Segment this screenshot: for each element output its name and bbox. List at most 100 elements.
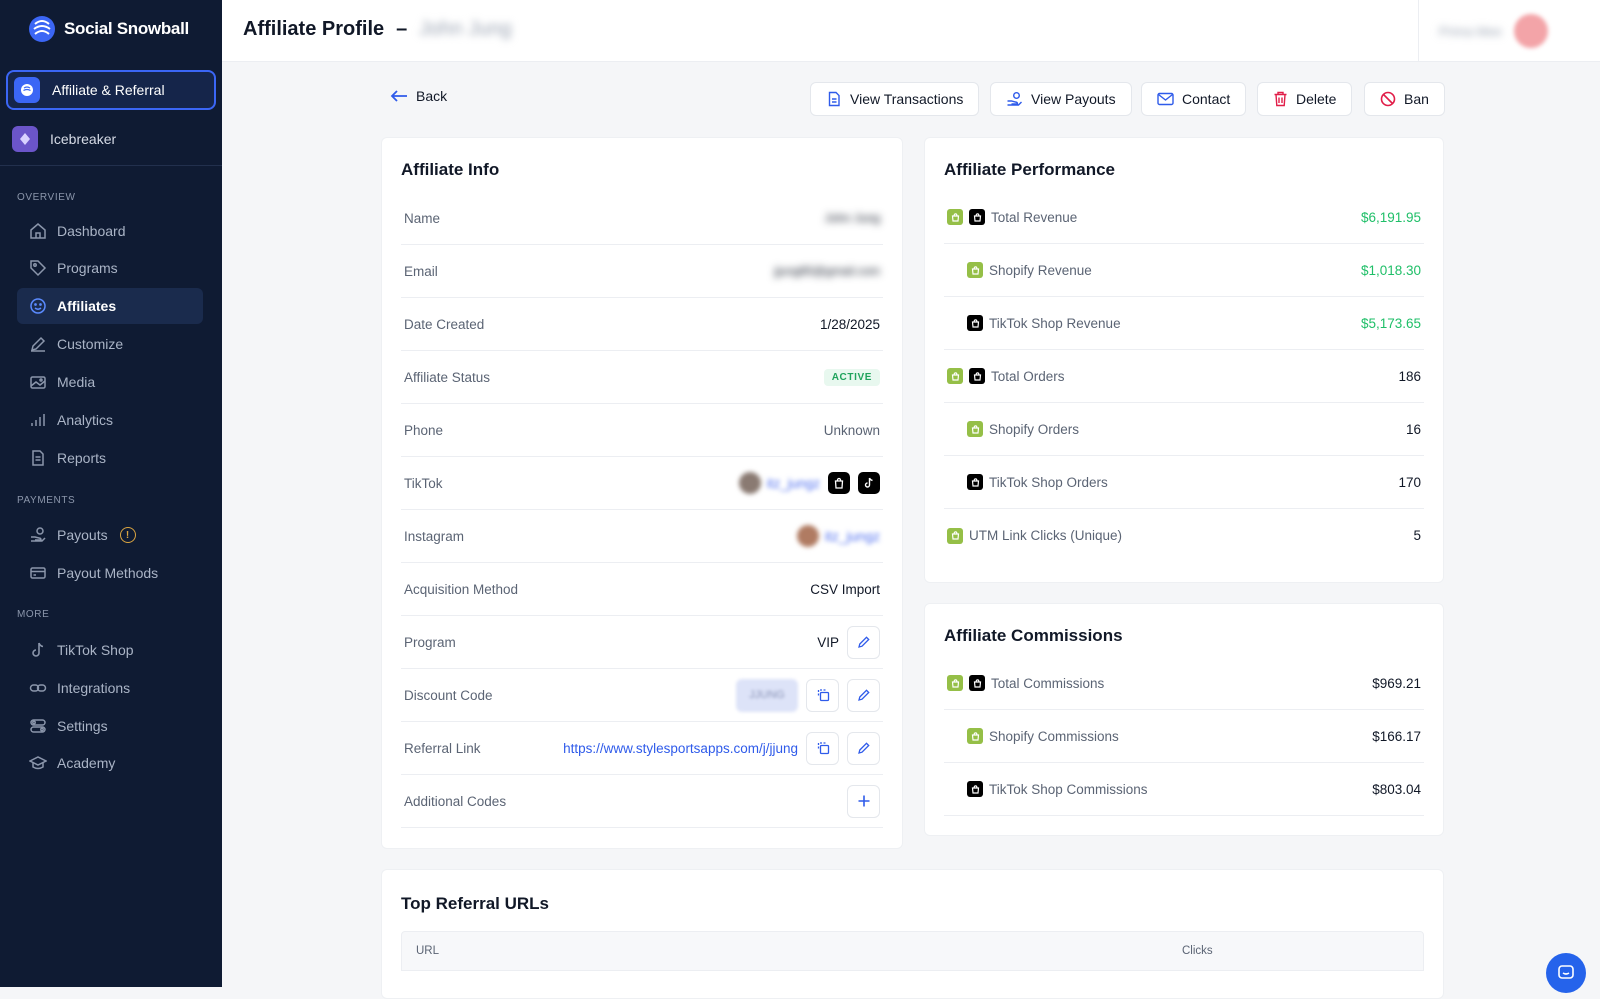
comm-row-total: Total Commissions $969.21 bbox=[944, 657, 1424, 710]
sidebar-item-affiliates[interactable]: Affiliates bbox=[17, 288, 203, 324]
tiktok-profile-link[interactable]: itz_jungz bbox=[738, 472, 820, 494]
referral-urls-table-header: URL Clicks bbox=[401, 931, 1424, 971]
info-row-date-created: Date Created 1/28/2025 bbox=[401, 298, 883, 351]
sidebar-item-label: Settings bbox=[57, 718, 108, 734]
copy-referral-button[interactable] bbox=[806, 731, 839, 765]
sidebar-item-programs[interactable]: Programs bbox=[17, 250, 203, 286]
affiliate-commissions-card: Affiliate Commissions Total Commissions … bbox=[924, 603, 1444, 836]
edit-referral-button[interactable] bbox=[847, 731, 880, 765]
sidebar-item-payout-methods[interactable]: Payout Methods bbox=[17, 555, 203, 591]
workspace-affiliate-referral[interactable]: Affiliate & Referral bbox=[6, 70, 216, 110]
status-badge: ACTIVE bbox=[823, 368, 880, 386]
tiktok-icon bbox=[32, 642, 44, 657]
comm-row-shopify: Shopify Commissions $166.17 bbox=[944, 710, 1424, 763]
sidebar-item-settings[interactable]: Settings bbox=[17, 708, 203, 744]
user-menu[interactable]: Prima Mee bbox=[1418, 0, 1600, 62]
perf-label-text: Shopify Orders bbox=[989, 421, 1080, 437]
sidebar-item-label: Affiliates bbox=[57, 298, 117, 314]
pencil-icon bbox=[857, 742, 870, 754]
sidebar-item-reports[interactable]: Reports bbox=[17, 440, 203, 476]
perf-label: TikTok Shop Revenue bbox=[947, 315, 1121, 331]
info-row-program: Program VIP bbox=[401, 616, 883, 669]
section-overview: OVERVIEW bbox=[17, 192, 76, 203]
delete-button[interactable]: Delete bbox=[1257, 82, 1353, 116]
smile-icon bbox=[30, 298, 46, 314]
view-transactions-button[interactable]: View Transactions bbox=[810, 82, 980, 116]
column-header-clicks[interactable]: Clicks bbox=[1182, 945, 1213, 957]
edit-program-button[interactable] bbox=[847, 625, 880, 659]
tiktok-commissions-value: $803.04 bbox=[1372, 781, 1421, 797]
row-label: Instagram bbox=[404, 528, 465, 544]
page-title: Affiliate Profile – John Jung bbox=[243, 18, 512, 41]
sidebar-item-media[interactable]: Media bbox=[17, 364, 203, 400]
contact-label: Contact bbox=[1182, 91, 1231, 107]
ban-label: Ban bbox=[1404, 91, 1429, 107]
perf-label: TikTok Shop Orders bbox=[947, 474, 1108, 490]
comm-row-tiktok: TikTok Shop Commissions $803.04 bbox=[944, 763, 1424, 816]
perf-label-text: Total Revenue bbox=[991, 209, 1078, 225]
sidebar-item-label: Programs bbox=[57, 260, 118, 276]
perf-row-tiktok-revenue: TikTok Shop Revenue $5,173.65 bbox=[944, 297, 1424, 350]
referral-link[interactable]: https://www.stylesportsapps.com/j/jjung bbox=[563, 741, 798, 756]
brand-logo[interactable]: Social Snowball bbox=[28, 14, 189, 44]
perf-row-shopify-orders: Shopify Orders 16 bbox=[944, 403, 1424, 456]
perf-row-tiktok-orders: TikTok Shop Orders 170 bbox=[944, 456, 1424, 509]
view-payouts-button[interactable]: View Payouts bbox=[990, 82, 1132, 116]
view-payouts-label: View Payouts bbox=[1031, 91, 1116, 107]
perf-label-text: Shopify Commissions bbox=[989, 728, 1119, 744]
graduation-cap-icon bbox=[29, 756, 47, 770]
row-label: Affiliate Status bbox=[404, 369, 491, 385]
sidebar-item-integrations[interactable]: Integrations bbox=[17, 670, 203, 706]
document-icon bbox=[32, 450, 44, 466]
sidebar-item-label: Integrations bbox=[57, 680, 131, 696]
ban-button[interactable]: Ban bbox=[1364, 82, 1445, 116]
shopify-icon bbox=[947, 209, 963, 225]
name-value: John Jung bbox=[824, 211, 880, 225]
total-commissions-value: $969.21 bbox=[1372, 675, 1421, 691]
page-title-text: Affiliate Profile bbox=[243, 18, 385, 40]
workspace-icebreaker[interactable]: Icebreaker bbox=[6, 119, 216, 159]
tiktok-shop-icon bbox=[969, 209, 985, 225]
instagram-profile-link[interactable]: itz_jungz bbox=[796, 525, 880, 547]
perf-label-text: UTM Link Clicks (Unique) bbox=[969, 528, 1123, 543]
document-icon bbox=[828, 91, 840, 107]
info-row-email: Email jjung85@gmail.com bbox=[401, 245, 883, 298]
back-label: Back bbox=[416, 88, 448, 104]
edit-discount-button[interactable] bbox=[847, 678, 880, 712]
affiliate-performance-card: Affiliate Performance Total Revenue $6,1… bbox=[924, 137, 1444, 583]
sidebar-item-dashboard[interactable]: Dashboard bbox=[17, 213, 203, 249]
sidebar-item-customize[interactable]: Customize bbox=[17, 326, 203, 362]
perf-label: TikTok Shop Commissions bbox=[947, 781, 1148, 797]
perf-label: Total Commissions bbox=[947, 675, 1104, 691]
top-bar: Affiliate Profile – John Jung Prima Mee bbox=[222, 0, 1600, 62]
row-label: Discount Code bbox=[404, 687, 493, 703]
tag-icon bbox=[30, 260, 47, 277]
sidebar-item-payouts[interactable]: Payouts ! bbox=[17, 517, 203, 553]
tiktok-shop-icon[interactable] bbox=[828, 472, 850, 494]
tiktok-shop-icon bbox=[969, 675, 985, 691]
sidebar-item-analytics[interactable]: Analytics bbox=[17, 402, 203, 438]
sidebar-item-tiktok-shop[interactable]: TikTok Shop bbox=[17, 632, 203, 668]
info-row-instagram: Instagram itz_jungz bbox=[401, 510, 883, 563]
shopify-icon bbox=[967, 262, 983, 278]
referral-value-group: https://www.stylesportsapps.com/j/jjung bbox=[563, 731, 880, 765]
back-button[interactable]: Back bbox=[390, 88, 447, 104]
perf-label-text: Total Commissions bbox=[991, 675, 1105, 691]
ban-icon bbox=[1380, 91, 1396, 107]
payouts-warning-badge: ! bbox=[119, 527, 136, 543]
discount-code-value: JJUNG bbox=[736, 678, 798, 712]
add-code-button[interactable] bbox=[847, 784, 880, 818]
sidebar-item-label: Customize bbox=[57, 336, 124, 352]
shopify-icon bbox=[947, 368, 963, 384]
column-header-url[interactable]: URL bbox=[416, 945, 439, 957]
delete-label: Delete bbox=[1296, 91, 1337, 107]
support-chat-button[interactable] bbox=[1546, 953, 1586, 993]
tiktok-icon[interactable] bbox=[858, 472, 880, 494]
snowball-logo-icon bbox=[29, 16, 55, 42]
info-row-phone: Phone Unknown bbox=[401, 404, 883, 457]
copy-discount-button[interactable] bbox=[806, 678, 839, 712]
contact-button[interactable]: Contact bbox=[1141, 82, 1247, 116]
sidebar-item-academy[interactable]: Academy bbox=[17, 745, 203, 781]
row-label: Email bbox=[404, 263, 438, 279]
perf-label-text: Total Orders bbox=[991, 368, 1065, 384]
